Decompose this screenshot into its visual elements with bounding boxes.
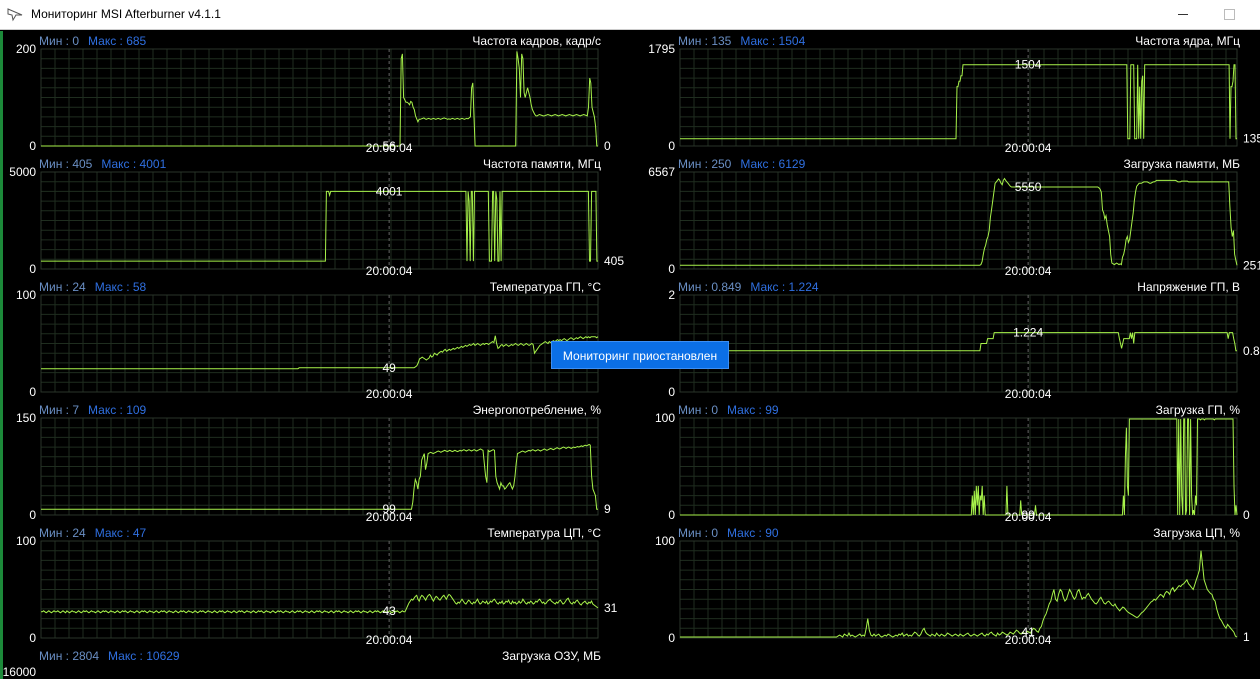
graph-9-max-label: Макс : 47 <box>95 526 147 540</box>
graph-6-ymin-label: 0 <box>668 385 675 399</box>
graph-3-ymax-label: 5000 <box>9 165 36 179</box>
graph-5-cursor-value: 49 <box>382 361 396 375</box>
graph-11-min-label: Мин : 2804 <box>39 649 99 663</box>
graph-10-min-label: Мин : 0 <box>678 526 718 540</box>
maximize-icon <box>1224 9 1235 20</box>
graph-3-cursor-time: 20:00:04 <box>366 264 413 278</box>
graph-5-ymax-label: 100 <box>16 288 36 302</box>
graph-9-title: Температура ЦП, °C <box>487 526 601 540</box>
graph-8-ymin-label: 0 <box>668 508 675 522</box>
graph-3-min-label: Мин : 405 <box>39 157 93 171</box>
graph-7-max-label: Макс : 109 <box>88 403 147 417</box>
graph-3-max-label: Макс : 4001 <box>101 157 166 171</box>
graph-1-cursor-value: 56 <box>382 139 396 153</box>
graph-6-ymax-label: 2 <box>668 288 675 302</box>
minimize-icon <box>1178 14 1188 15</box>
graph-2-cursor-value: 1504 <box>1015 58 1042 72</box>
graph-6-cursor-value: 1.224 <box>1013 326 1043 340</box>
graph-2-last-value: 135 <box>1243 132 1260 146</box>
graph-4-max-label: Макс : 6129 <box>740 157 805 171</box>
window-title: Мониторинг MSI Afterburner v4.1.1 <box>31 7 221 21</box>
graph-2-cursor-time: 20:00:04 <box>1005 141 1052 155</box>
graph-9-cursor-value: 43 <box>382 604 396 618</box>
graph-9-min-label: Мин : 24 <box>39 526 86 540</box>
graph-2-ymin-label: 0 <box>668 139 675 153</box>
graph-4-title: Загрузка памяти, МБ <box>1123 157 1240 171</box>
graph-3-ymin-label: 0 <box>29 262 36 276</box>
graph-5-min-label: Мин : 24 <box>39 280 86 294</box>
graph-1-ymin-label: 0 <box>29 139 36 153</box>
graph-6-title: Напряжение ГП, В <box>1137 280 1240 294</box>
graph-9-last-value: 31 <box>604 601 618 615</box>
graph-5-ymin-label: 0 <box>29 385 36 399</box>
graph-7-min-label: Мин : 7 <box>39 403 79 417</box>
graph-1-ymax-label: 200 <box>16 42 36 56</box>
graph-4-cursor-time: 20:00:04 <box>1005 264 1052 278</box>
graph-9-ymax-label: 100 <box>16 534 36 548</box>
graph-8-max-label: Макс : 99 <box>727 403 779 417</box>
graph-4-ymin-label: 0 <box>668 262 675 276</box>
graph-8-title: Загрузка ГП, % <box>1156 403 1241 417</box>
monitoring-paused-button[interactable]: Мониторинг приостановлен <box>551 341 729 369</box>
graph-1-max-label: Макс : 685 <box>88 34 147 48</box>
graph-7-ymax-label: 150 <box>16 411 36 425</box>
graph-4-cursor-value: 5550 <box>1015 180 1042 194</box>
graph-6-cursor-time: 20:00:04 <box>1005 387 1052 401</box>
maximize-button[interactable] <box>1206 0 1252 30</box>
graph-5-title: Температура ГП, °C <box>490 280 602 294</box>
graph-10-max-label: Макс : 90 <box>727 526 779 540</box>
graph-7-last-value: 9 <box>604 502 611 516</box>
graph-8-ymax-label: 100 <box>655 411 675 425</box>
graph-5-cursor-time: 20:00:04 <box>366 387 413 401</box>
graph-10-last-value: 1 <box>1243 630 1250 644</box>
window-left-edge <box>0 31 3 679</box>
graph-9-cursor-time: 20:00:04 <box>366 633 413 647</box>
graph-1-title: Частота кадров, кадр/с <box>472 34 601 48</box>
graph-1-min-label: Мин : 0 <box>39 34 79 48</box>
minimize-button[interactable] <box>1160 0 1206 30</box>
graph-5-max-label: Макс : 58 <box>95 280 147 294</box>
graph-7-title: Энергопотребление, % <box>473 403 602 417</box>
graph-3-title: Частота памяти, МГц <box>483 157 601 171</box>
graph-4-min-label: Мин : 250 <box>678 157 732 171</box>
graph-6-max-label: Макс : 1.224 <box>750 280 819 294</box>
graph-6-last-value: 0.8 <box>1243 344 1260 358</box>
graph-10-cursor-value: 41 <box>1021 625 1035 639</box>
graph-10-title: Загрузка ЦП, % <box>1153 526 1240 540</box>
graph-2-title: Частота ядра, МГц <box>1135 34 1240 48</box>
graph-8-min-label: Мин : 0 <box>678 403 718 417</box>
graph-10-ymax-label: 100 <box>655 534 675 548</box>
graph-10-ymin-label: 0 <box>668 631 675 645</box>
graph-3-cursor-value: 4001 <box>376 184 403 198</box>
graph-2-ymax-label: 1795 <box>648 42 675 56</box>
afterburner-plane-icon <box>7 8 23 22</box>
graph-1-last-value: 0 <box>604 139 611 153</box>
graph-8-cursor-value: 99 <box>1021 508 1035 522</box>
graph-8-last-value: 0 <box>1243 508 1250 522</box>
graph-2-min-label: Мин : 135 <box>678 34 732 48</box>
graph-9-ymin-label: 0 <box>29 631 36 645</box>
graph-7-cursor-value: 99 <box>382 502 396 516</box>
title-bar[interactable]: Мониторинг MSI Afterburner v4.1.1 <box>0 0 1260 30</box>
graph-4-last-value: 251 <box>1243 258 1260 272</box>
graph-7-ymin-label: 0 <box>29 508 36 522</box>
graph-4-ymax-label: 6567 <box>648 165 675 179</box>
graph-11-title: Загрузка ОЗУ, МБ <box>502 649 601 663</box>
graph-11-max-label: Макс : 10629 <box>108 649 180 663</box>
graph-11-ymax-label: 16000 <box>3 665 37 679</box>
graph-2-max-label: Макс : 1504 <box>740 34 805 48</box>
graph-3-last-value: 405 <box>604 254 624 268</box>
graph-6-min-label: Мин : 0.849 <box>678 280 742 294</box>
